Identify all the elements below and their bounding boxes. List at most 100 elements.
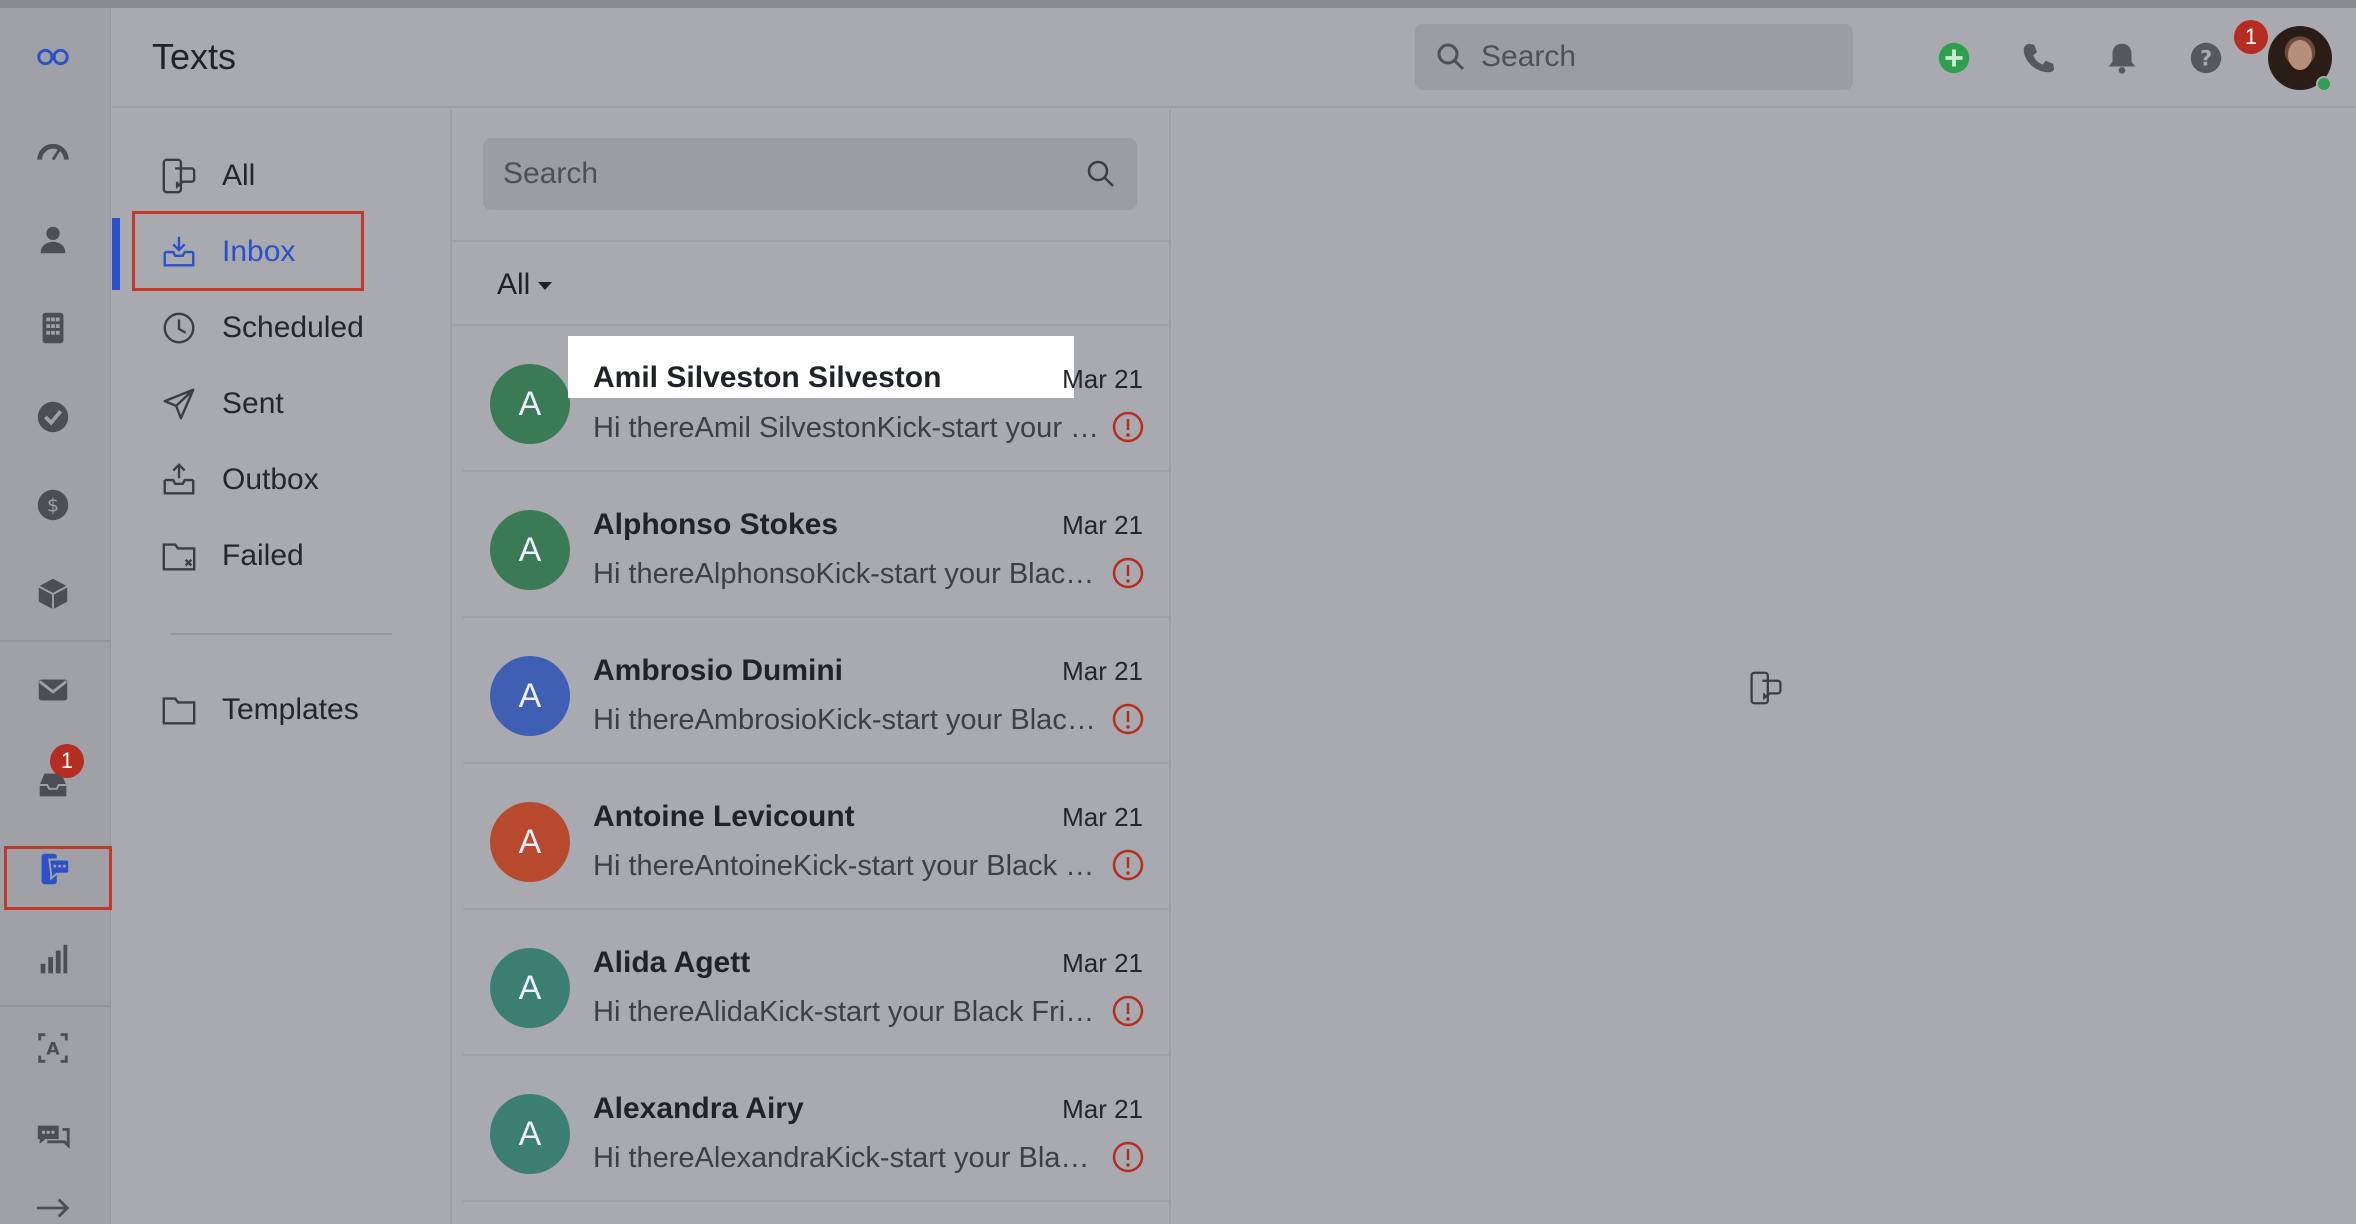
page-title: Texts [152,36,237,77]
failed-folder-icon [162,543,196,571]
contact-avatar: A [490,948,570,1028]
contact-avatar: A [490,1094,570,1174]
deals-icon[interactable]: $ [22,474,84,536]
folder-scheduled-label: Scheduled [222,311,364,344]
contact-avatar: A [490,802,570,882]
contact-name: Alida Agett [593,946,751,979]
warning-icon [1112,411,1144,443]
contact-avatar: A [490,364,570,444]
message-preview: Hi thereAmbrosioKick-start your Black Fr… [593,704,1103,736]
folder-divider [170,633,392,635]
folder-failed-label: Failed [222,539,304,572]
online-status-dot [2316,76,2332,92]
folder-all[interactable]: All [160,148,255,204]
rail-divider [0,1005,111,1007]
conversation-item[interactable]: A Antoine Levicount Mar 21 Hi thereAntoi… [463,764,1171,910]
conversation-item[interactable]: A Alexandra Airy Mar 21 Hi thereAlexandr… [463,1056,1171,1202]
folder-sent-label: Sent [222,387,284,420]
dashboard-icon[interactable] [22,121,84,183]
folder-failed[interactable]: Failed [160,528,304,584]
folder-scheduled[interactable]: Scheduled [160,300,364,356]
all-texts-icon [162,158,196,194]
texts-highlight-box [4,846,112,910]
conversation-item[interactable]: A Amil Silveston Silveston Mar 21 Hi the… [463,326,1171,472]
warning-icon [1112,995,1144,1027]
notifications-bell-icon[interactable] [2102,38,2142,78]
notification-count-badge: 1 [2234,20,2268,54]
folder-all-label: All [222,159,256,192]
contact-name: Antoine Levicount [593,800,855,833]
conversation-search-input[interactable]: Search [483,138,1137,210]
message-date: Mar 21 [1062,656,1143,686]
contact-name: Ambrosio Dumini [593,654,844,687]
folder-outbox-label: Outbox [222,463,319,496]
inbox-count-badge: 1 [50,744,84,778]
folder-nav: All Inbox Scheduled Sent Outbox Failed T… [112,110,452,1224]
message-preview: Hi thereAlphonsoKick-start your Black Fr… [593,558,1103,590]
outbox-tray-icon [163,463,195,495]
folder-inbox[interactable]: Inbox [160,224,295,280]
calculator-icon[interactable] [22,297,84,359]
global-search-input[interactable]: Search [1415,24,1853,90]
reports-icon[interactable] [22,929,84,991]
message-preview: Hi thereAlexandraKick-start your Black F… [593,1142,1103,1174]
warning-icon [1112,703,1144,735]
add-icon[interactable] [1934,38,1974,78]
help-icon[interactable]: ? [2186,38,2226,78]
folder-outbox[interactable]: Outbox [160,452,319,508]
top-header: Texts Search 1 ? [112,8,2356,108]
warning-icon [1112,1141,1144,1173]
window-top-strip [0,0,2356,8]
svg-text:A: A [46,1040,60,1060]
warning-icon [1112,557,1144,589]
texts-placeholder-icon [1750,671,1782,705]
message-date: Mar 21 [1062,510,1143,540]
list-divider [453,240,1171,242]
contact-name: Amil Silveston Silveston [568,336,1074,398]
logo-icon[interactable] [22,26,84,88]
inbox-tray-icon [163,236,195,267]
paper-plane-icon [163,388,195,420]
clock-icon [163,312,195,344]
conversation-item[interactable]: A Alida Agett Mar 21 Hi thereAlidaKick-s… [463,910,1171,1056]
message-date: Mar 21 [1062,364,1143,394]
chat-icon[interactable] [22,1107,84,1169]
contact-avatar: A [490,656,570,736]
message-preview: Hi thereAmil SilvestonKick-start your Bl… [593,412,1103,444]
conversation-list: Search All A Amil Silveston Silveston Ma… [453,110,1171,1224]
contact-name: Alexandra Airy [593,1092,804,1125]
folder-icon [162,697,196,725]
warning-icon [1112,849,1144,881]
rail-divider [0,640,111,642]
folder-templates-label: Templates [222,693,359,726]
expand-arrow-icon[interactable] [22,1188,84,1224]
tasks-icon[interactable] [22,386,84,448]
automation-icon[interactable]: A [22,1017,84,1079]
caret-down-icon [538,282,553,290]
message-date: Mar 21 [1062,1094,1143,1124]
folder-sent[interactable]: Sent [160,376,284,432]
contact-name: Alphonso Stokes [593,508,839,541]
svg-text:?: ? [2200,47,2212,71]
email-icon[interactable] [22,659,84,721]
message-date: Mar 21 [1062,948,1143,978]
global-search-placeholder: Search [1481,40,1577,73]
filter-dropdown[interactable]: All [497,268,554,302]
phone-icon[interactable] [2018,38,2058,78]
app-rail: $ 1 A [0,8,112,1224]
active-folder-indicator [112,218,120,290]
contacts-icon[interactable] [22,209,84,271]
svg-text:$: $ [47,495,59,517]
products-icon[interactable] [22,563,84,625]
message-preview: Hi thereAntoineKick-start your Black Fri… [593,850,1103,882]
search-icon [1087,160,1114,187]
conversation-item[interactable]: A Ambrosio Dumini Mar 21 Hi thereAmbrosi… [463,618,1171,764]
folder-templates[interactable]: Templates [160,682,359,738]
contact-avatar: A [490,510,570,590]
message-date: Mar 21 [1062,802,1143,832]
message-preview: Hi thereAlidaKick-start your Black Frida… [593,996,1103,1028]
conversation-item[interactable]: A Alphonso Stokes Mar 21 Hi thereAlphons… [463,472,1171,618]
folder-inbox-label: Inbox [222,235,296,268]
search-icon [1437,43,1465,71]
conversation-search-placeholder: Search [503,157,599,190]
